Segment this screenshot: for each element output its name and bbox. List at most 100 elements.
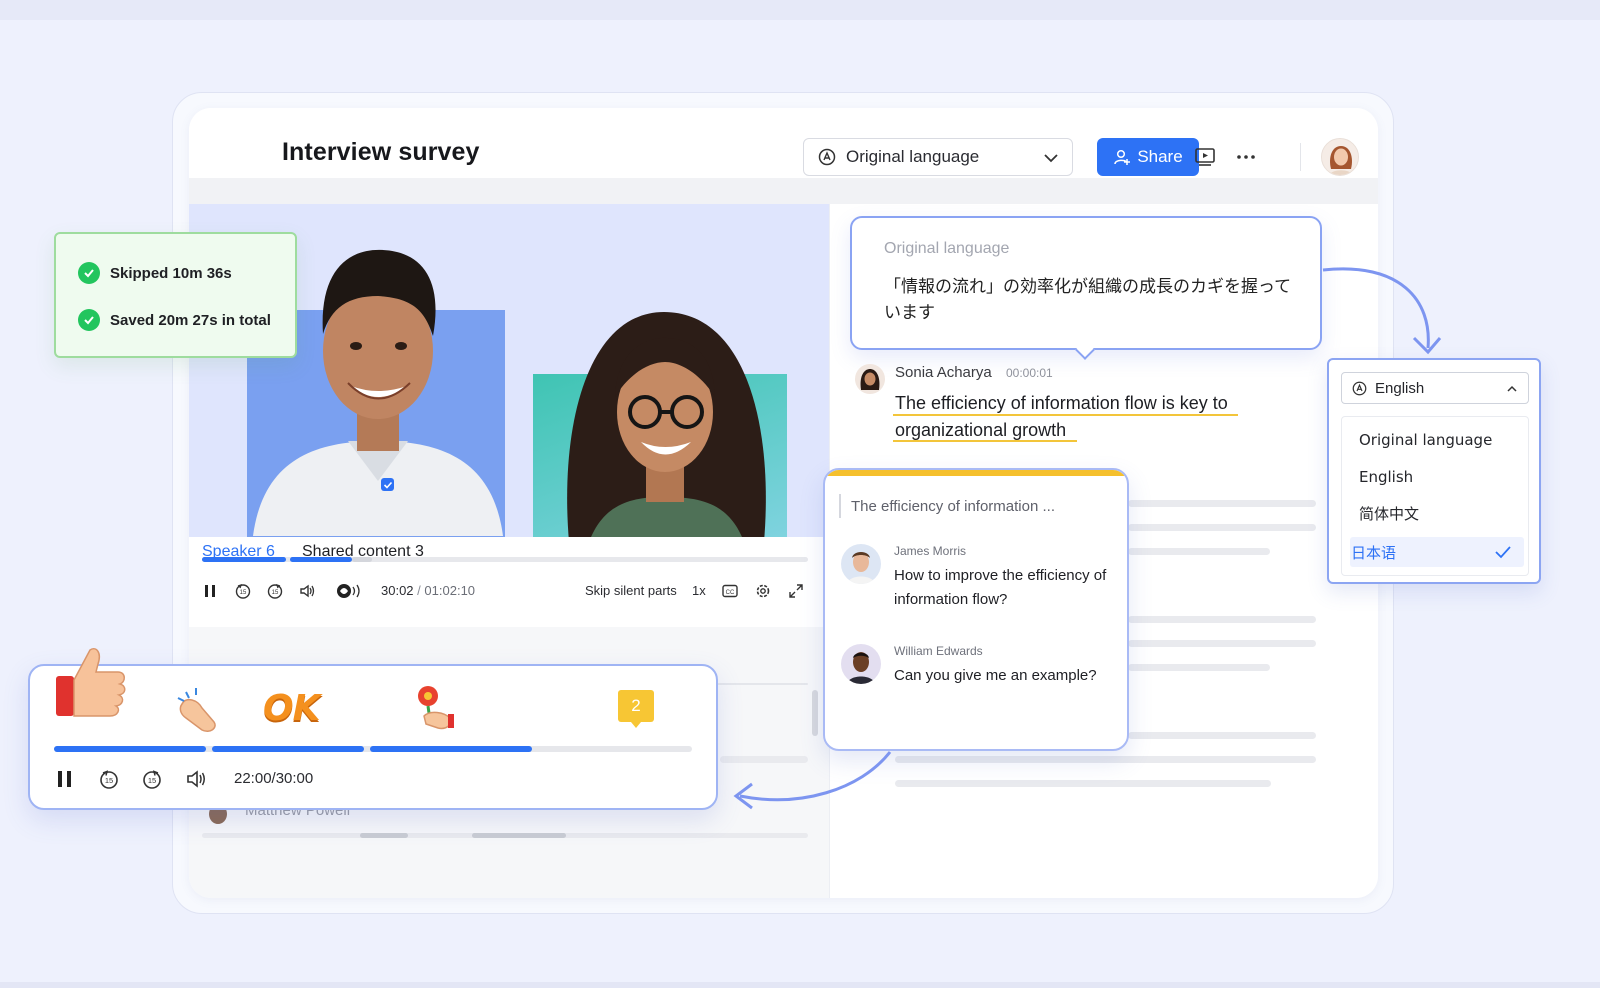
search-cursor (839, 494, 841, 518)
transcript-line-mark-2 (472, 833, 566, 838)
page-title: Interview survey (282, 138, 480, 166)
comment-count-badge[interactable]: 2 (618, 690, 654, 728)
translate-icon (1352, 381, 1367, 395)
volume-icon[interactable] (185, 768, 207, 790)
language-option-list: Original language English 简体中文 日本语 (1341, 416, 1529, 576)
app-subbar (189, 178, 1378, 204)
language-dropdown: English Original language English 简体中文 日… (1327, 358, 1541, 584)
app-header: Interview survey Original language Share (189, 108, 1378, 178)
language-select[interactable]: Original language (803, 138, 1073, 176)
svg-text:15: 15 (105, 776, 113, 785)
avatar-james (841, 544, 881, 584)
search-results-card: The efficiency of information ... James … (823, 468, 1129, 751)
result-text-1[interactable]: How to improve the efficiency of informa… (894, 564, 1119, 612)
time-savings-card: Skipped 10m 36s Saved 20m 27s in total (54, 232, 297, 358)
original-language-text: 「情報の流れ」の効率化が組織の成長のカギを握っています (884, 277, 1292, 323)
player-time: 30:02 / 01:02:10 (381, 583, 475, 598)
add-user-icon (1114, 149, 1131, 165)
quote-highlight-1 (893, 414, 1238, 416)
tab-speaker[interactable]: Speaker 6 (202, 543, 275, 561)
gear-icon[interactable] (754, 582, 772, 600)
search-input[interactable]: The efficiency of information ... (851, 498, 1055, 515)
user-avatar-icon (1322, 139, 1358, 175)
skip-silent-label[interactable]: Skip silent parts (585, 583, 677, 598)
svg-text:15: 15 (148, 776, 156, 785)
more-icon[interactable] (1235, 146, 1257, 168)
placeholder-line (1128, 664, 1270, 671)
rewind-15-icon[interactable]: 15 (234, 582, 252, 600)
option-english[interactable]: English (1359, 468, 1413, 486)
svg-text:CC: CC (726, 590, 735, 596)
player-time-total: 01:02:10 (424, 583, 476, 598)
pause-icon[interactable] (54, 768, 76, 790)
player-time-separator: / (417, 583, 421, 598)
avatar[interactable] (1321, 138, 1359, 176)
check-icon (84, 269, 94, 278)
language-select-label: Original language (846, 147, 980, 166)
flower-gift-icon (418, 686, 454, 730)
svg-text:15: 15 (272, 590, 279, 596)
check-icon (1495, 546, 1511, 559)
option-japanese[interactable]: 日本语 (1351, 542, 1396, 563)
speaker-timestamp[interactable]: 00:00:01 (1006, 366, 1053, 380)
check-icon (84, 316, 94, 325)
speaker-avatar (855, 364, 885, 394)
translate-icon (818, 148, 836, 166)
card-top-strip (825, 470, 1127, 476)
forward-15-icon[interactable]: 15 (266, 582, 284, 600)
top-band (0, 0, 1600, 20)
thumbs-up-icon (56, 648, 126, 717)
share-button[interactable]: Share (1097, 138, 1199, 176)
check-icon (383, 481, 392, 489)
forward-15-icon[interactable]: 15 (141, 768, 163, 790)
present-icon[interactable] (1194, 146, 1216, 168)
mini-timeline-segment-3[interactable] (370, 746, 532, 752)
scrollbar[interactable] (812, 690, 818, 736)
result-name-1: James Morris (894, 544, 967, 558)
mini-timeline-segment-2[interactable] (212, 746, 364, 752)
original-language-label: Original language (884, 240, 1010, 257)
captions-icon[interactable]: CC (721, 582, 739, 600)
clapping-hands-icon (177, 688, 216, 733)
ok-sticker: OK (263, 688, 320, 729)
placeholder-line (1128, 548, 1270, 555)
tab-shared-content[interactable]: Shared content 3 (302, 543, 424, 561)
rewind-15-icon[interactable]: 15 (98, 768, 120, 790)
arrow-head-down (1412, 336, 1442, 355)
user-avatar-icon (841, 544, 881, 584)
chevron-up-icon (1507, 385, 1517, 392)
voice-enhance-icon[interactable] (333, 582, 363, 600)
chevron-down-icon (1044, 154, 1058, 163)
result-name-2: William Edwards (894, 644, 983, 658)
mini-player: OK 2 15 15 22:00/30:00 (28, 648, 718, 810)
quote-highlight-2 (893, 440, 1077, 442)
mini-timeline-segment-1[interactable] (54, 746, 206, 752)
placeholder-line (1128, 732, 1316, 739)
transcript-line-placeholder (720, 756, 808, 763)
speaker-quote[interactable]: The efficiency of information flow is ke… (895, 390, 1275, 444)
speaker-name: Sonia Acharya (895, 364, 992, 381)
saved-text: Saved 20m 27s in total (110, 311, 271, 329)
pause-icon[interactable] (203, 583, 217, 599)
volume-icon[interactable] (298, 582, 316, 600)
check-circle-icon (78, 262, 100, 284)
result-text-2[interactable]: Can you give me an example? (894, 664, 1119, 688)
fullscreen-icon[interactable] (787, 582, 805, 600)
original-language-bubble: Original language 「情報の流れ」の効率化が組織の成長のカギを握… (850, 216, 1322, 360)
option-simplified-chinese[interactable]: 简体中文 (1359, 503, 1419, 524)
svg-text:15: 15 (240, 590, 247, 596)
language-dropdown-toggle[interactable]: English (1341, 372, 1529, 404)
bottom-band (0, 982, 1600, 988)
savings-row-skipped: Skipped 10m 36s (78, 262, 232, 284)
option-original-language[interactable]: Original language (1359, 431, 1492, 449)
speed-button[interactable]: 1x (692, 583, 706, 598)
placeholder-line (1128, 616, 1316, 623)
avatar-william (841, 644, 881, 684)
skip-silent-checkbox[interactable] (381, 478, 394, 491)
user-avatar-icon (841, 644, 881, 684)
placeholder-line (895, 780, 1271, 787)
transcript-line-mark-1 (360, 833, 408, 838)
placeholder-line (895, 756, 1316, 763)
placeholder-line (1128, 640, 1316, 647)
share-button-label: Share (1137, 147, 1183, 166)
